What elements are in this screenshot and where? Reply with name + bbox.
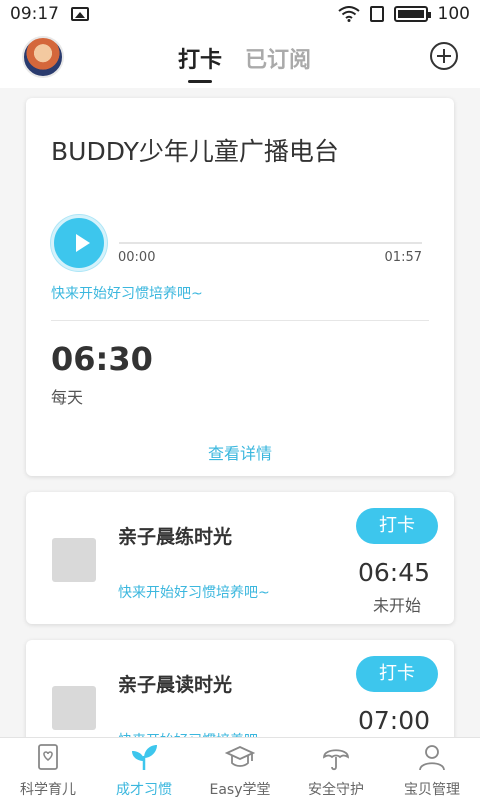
tab-subscribed[interactable]: 已订阅 (245, 42, 311, 74)
habit-thumbnail (52, 686, 96, 730)
schedule-frequency: 每天 (51, 388, 84, 407)
habit-status: 未开始 (372, 596, 421, 615)
umbrella-icon (323, 749, 349, 771)
add-circle-icon[interactable] (430, 42, 458, 70)
nav-item-easy-school[interactable]: Easy学堂 (192, 738, 288, 800)
schedule-time: 06:30 (51, 340, 153, 378)
radio-card: BUDDY少年儿童广播电台 00:00 01:57 快来开始好习惯培养吧~ 06… (26, 98, 454, 476)
nav-label: 成才习惯 (116, 782, 172, 798)
divider (51, 320, 429, 321)
habit-hint: 快来开始好习惯培养吧~ (118, 585, 270, 601)
sprout-icon (132, 745, 157, 770)
top-header: 打卡 已订阅 (0, 28, 480, 88)
checkin-button[interactable]: 打卡 (356, 656, 438, 692)
time-elapsed: 00:00 (118, 250, 156, 265)
status-time: 09:17 (10, 4, 59, 24)
nav-label: 安全守护 (308, 782, 364, 798)
audio-progress-track[interactable] (119, 242, 422, 244)
active-tab-indicator (188, 80, 212, 83)
bottom-nav: 科学育儿 成才习惯 Easy学堂 安全守护 宝贝管理 (0, 737, 480, 800)
image-notification-icon (71, 7, 89, 21)
view-details-link[interactable]: 查看详情 (26, 440, 454, 464)
battery-icon (393, 6, 431, 22)
nav-label: Easy学堂 (209, 782, 271, 798)
habit-card[interactable]: 亲子晨练时光 快来开始好习惯培养吧~ 打卡 06:45 未开始 (26, 492, 454, 624)
sim-icon (369, 6, 384, 22)
user-icon (419, 745, 445, 771)
nav-item-baby-manage[interactable]: 宝贝管理 (384, 738, 480, 800)
tab-checkin[interactable]: 打卡 (178, 42, 222, 74)
nav-label: 科学育儿 (20, 782, 76, 798)
habit-time: 06:45 (357, 558, 431, 587)
play-button[interactable] (51, 215, 107, 271)
book-heart-icon (38, 744, 58, 770)
nav-label: 宝贝管理 (404, 782, 460, 798)
status-bar: 09:17 100 (0, 0, 480, 28)
nav-item-parenting[interactable]: 科学育儿 (0, 738, 96, 800)
habit-title: 亲子晨读时光 (118, 674, 233, 696)
wifi-icon (337, 6, 360, 22)
nav-item-safety[interactable]: 安全守护 (288, 738, 384, 800)
graduation-cap-icon (225, 746, 255, 767)
habit-thumbnail (52, 538, 96, 582)
battery-level: 100 (437, 4, 470, 24)
checkin-button[interactable]: 打卡 (356, 508, 438, 544)
radio-title: BUDDY少年儿童广播电台 (51, 137, 339, 166)
habit-time: 07:00 (357, 706, 431, 735)
avatar[interactable] (22, 36, 64, 78)
time-total: 01:57 (384, 250, 422, 265)
radio-hint: 快来开始好习惯培养吧~ (51, 286, 203, 302)
habit-title: 亲子晨练时光 (118, 526, 233, 548)
nav-item-habits[interactable]: 成才习惯 (96, 738, 192, 800)
